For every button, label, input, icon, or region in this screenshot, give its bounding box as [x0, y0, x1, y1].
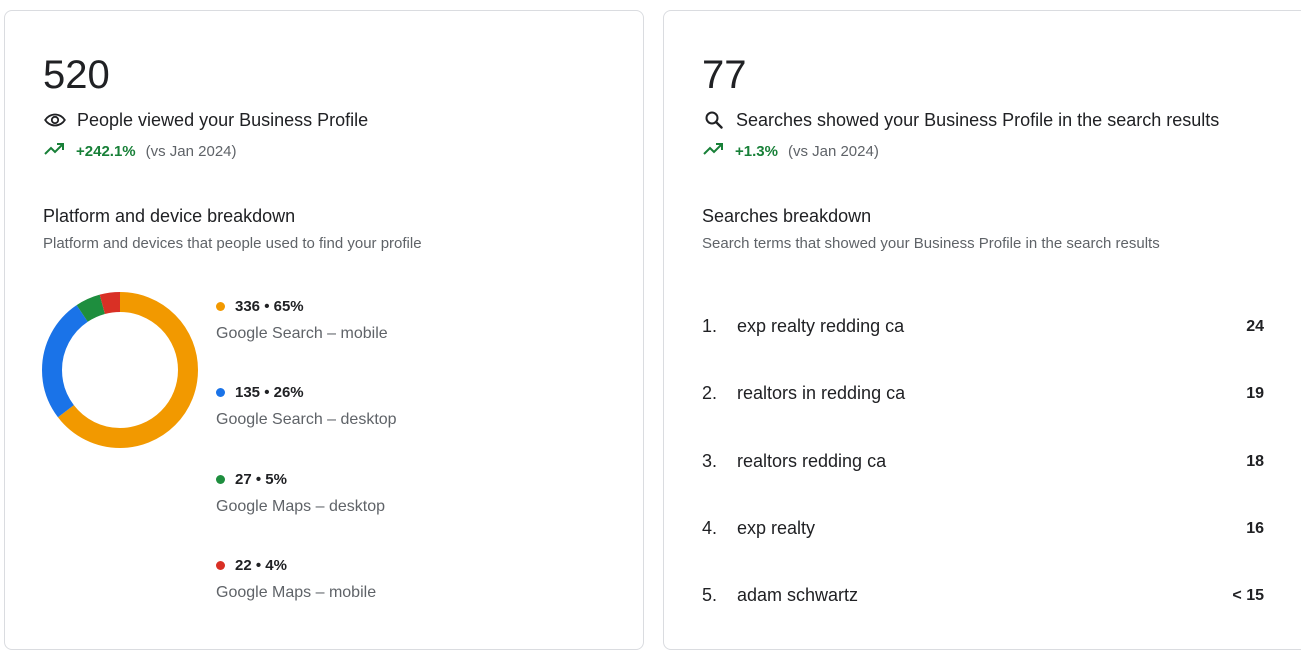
searches-change: +1.3% — [735, 142, 778, 160]
legend-summary: 27 • 5% — [235, 470, 287, 488]
search-icon — [702, 108, 726, 132]
searches-trend: +1.3% (vs Jan 2024) — [703, 142, 879, 160]
profile-views-metric: People viewed your Business Profile — [43, 108, 368, 132]
searches-breakdown-title: Searches breakdown — [702, 206, 872, 226]
legend-label: Google Search – mobile — [216, 325, 388, 342]
legend-dot-orange — [216, 301, 225, 311]
search-count: 24 — [1246, 317, 1264, 335]
profile-views-card: 520 People viewed your Business Profile … — [4, 10, 644, 650]
trending-up-icon — [703, 142, 725, 160]
search-count: 18 — [1246, 452, 1264, 470]
platform-breakdown-title: Platform and device breakdown — [43, 206, 296, 226]
legend-label: Google Maps – mobile — [216, 584, 377, 601]
profile-views-trend: +242.1% (vs Jan 2024) — [44, 142, 237, 160]
searches-metric: Searches showed your Business Profile in… — [702, 108, 1219, 132]
legend-dot-red — [216, 560, 225, 570]
search-rank: 1. — [702, 316, 718, 336]
legend-summary: 336 • 65% — [235, 297, 304, 315]
search-term-row: 2. realtors in redding ca 19 — [702, 383, 1264, 404]
search-rank: 5. — [702, 585, 718, 605]
legend-label: Google Search – desktop — [216, 411, 397, 428]
search-term-row: 5. adam schwartz < 15 — [702, 585, 1264, 606]
search-count: 19 — [1246, 384, 1264, 402]
trending-up-icon — [44, 142, 66, 160]
legend-item-google-maps-desktop: 27 • 5% Google Maps – desktop — [216, 469, 385, 516]
search-count: 16 — [1246, 519, 1264, 537]
searches-compare: (vs Jan 2024) — [787, 142, 879, 160]
search-term-row: 4. exp realty 16 — [702, 518, 1264, 539]
searches-breakdown-subtitle: Search terms that showed your Business P… — [702, 235, 1160, 252]
search-term-row: 3. realtors redding ca 18 — [702, 451, 1264, 472]
searches-total: 77 — [702, 53, 747, 97]
search-term: exp realty — [737, 518, 816, 538]
eye-icon — [43, 108, 67, 132]
profile-views-total: 520 — [43, 53, 110, 97]
search-term: adam schwartz — [737, 585, 859, 605]
legend-summary: 135 • 26% — [235, 383, 304, 401]
profile-views-change: +242.1% — [76, 142, 136, 160]
profile-views-label: People viewed your Business Profile — [77, 109, 369, 130]
search-rank: 2. — [702, 383, 718, 403]
legend-dot-blue — [216, 387, 225, 397]
search-rank: 4. — [702, 518, 718, 538]
legend-item-google-search-mobile: 336 • 65% Google Search – mobile — [216, 296, 388, 343]
searches-card: 77 Searches showed your Business Profile… — [663, 10, 1301, 650]
search-term-row: 1. exp realty redding ca 24 — [702, 316, 1264, 337]
search-rank: 3. — [702, 451, 718, 471]
searches-label: Searches showed your Business Profile in… — [736, 109, 1220, 130]
legend-label: Google Maps – desktop — [216, 498, 385, 515]
search-term: realtors in redding ca — [737, 383, 906, 403]
search-term: exp realty redding ca — [737, 316, 905, 336]
platform-donut-chart — [42, 292, 198, 448]
search-count: < 15 — [1232, 586, 1264, 604]
search-term: realtors redding ca — [737, 451, 887, 471]
legend-item-google-search-desktop: 135 • 26% Google Search – desktop — [216, 382, 397, 429]
legend-dot-green — [216, 474, 225, 484]
platform-breakdown-subtitle: Platform and devices that people used to… — [43, 235, 422, 252]
profile-views-compare: (vs Jan 2024) — [145, 142, 237, 160]
legend-item-google-maps-mobile: 22 • 4% Google Maps – mobile — [216, 555, 376, 602]
legend-summary: 22 • 4% — [235, 556, 287, 574]
